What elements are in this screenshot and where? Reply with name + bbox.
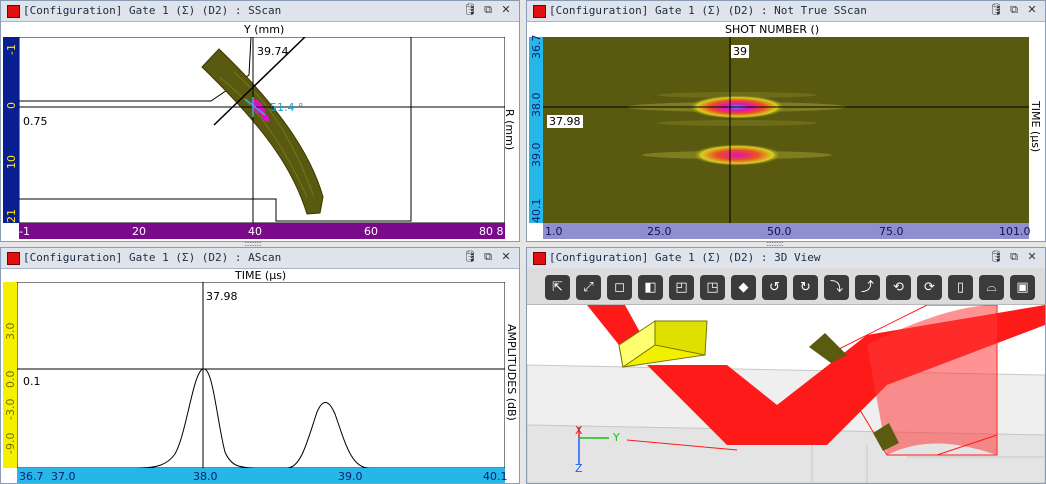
ascan-x-tick: 36.7 [19,470,44,483]
true-sscan-x-tick: 1.0 [545,225,563,238]
sscan-titlebar[interactable]: [Configuration] Gate 1 (Σ) (D2) : SScan … [1,1,519,22]
database-icon[interactable]: 🛢 [989,250,1003,264]
close-icon[interactable]: ✕ [499,3,513,17]
true-sscan-cursor-value: 39 [731,45,749,58]
true-sscan-titlebar[interactable]: [Configuration] Gate 1 (Σ) (D2) : Not Tr… [527,1,1045,22]
restore-icon[interactable]: ⧉ [481,250,495,264]
ascan-cursor-value: 37.98 [206,290,238,303]
sscan-left-value: 0.75 [23,115,48,128]
close-icon[interactable]: ✕ [499,250,513,264]
cube-top-tool-icon[interactable]: ◰ [669,275,694,300]
window-status-icon [7,5,20,18]
close-icon[interactable]: ✕ [1025,3,1039,17]
cube-solid-tool-icon[interactable]: ◆ [731,275,756,300]
sscan-y-tick: 0 [5,102,18,109]
sscan-y-axis [3,37,19,223]
ascan-right-label: AMPLITUDES (dB) [505,324,518,421]
restore-icon[interactable]: ⧉ [481,3,495,17]
cube-iso-tool-icon[interactable]: ◳ [700,275,725,300]
select-tool-icon[interactable]: ⇱ [545,275,570,300]
ascan-left-value: 0.1 [23,375,41,388]
true-sscan-y-tick: 38.0 [530,92,543,118]
axis-z-label: Z [575,462,583,475]
rotate-right-tool-icon[interactable]: ↻ [793,275,818,300]
view3d-scene[interactable] [527,305,1045,483]
probe-tool-icon[interactable]: ⌓ [979,275,1004,300]
sscan-x-tick: 20 [132,225,146,238]
rotate-cw-tool-icon[interactable]: ⟳ [917,275,942,300]
axis-y-label: Y [613,431,620,444]
restore-icon[interactable]: ⧉ [1007,3,1021,17]
ascan-y-tick: 3.0 [4,322,17,341]
box-tool-icon[interactable]: ▣ [1010,275,1035,300]
axis-x-label: X [575,424,583,437]
true-sscan-y-axis [529,37,543,223]
window-status-icon [7,252,20,265]
database-icon[interactable]: 🛢 [463,3,477,17]
cube-side-tool-icon[interactable]: ◧ [638,275,663,300]
ascan-y-tick: -3.0 [4,398,17,420]
database-icon[interactable]: 🛢 [989,3,1003,17]
sscan-x-tick: -1 [19,225,30,238]
restore-icon[interactable]: ⧉ [1007,250,1021,264]
true-sscan-panel: [Configuration] Gate 1 (Σ) (D2) : Not Tr… [526,0,1046,242]
ascan-x-axis [17,468,505,483]
sscan-title: [Configuration] Gate 1 (Σ) (D2) : SScan [23,4,282,17]
database-icon[interactable]: 🛢 [463,250,477,264]
window-status-icon [533,252,546,265]
true-sscan-y-tick: 39.0 [530,142,543,168]
sscan-angle-value: 51.4 ° [270,101,304,114]
sscan-x-axis [19,223,505,239]
rotate-down-tool-icon[interactable]: ⤵ [824,275,849,300]
ascan-x-tick: 40.1 [483,470,508,483]
rotate-up-tool-icon[interactable]: ⤴ [855,275,880,300]
true-sscan-right-label: TIME (μs) [1029,101,1042,153]
rotate-ccw-tool-icon[interactable]: ⟲ [886,275,911,300]
cube-front-tool-icon[interactable]: ◻ [607,275,632,300]
ascan-top-label: TIME (μs) [235,269,287,282]
sscan-x-tick: 60 [364,225,378,238]
true-sscan-title: [Configuration] Gate 1 (Σ) (D2) : Not Tr… [549,4,867,17]
ascan-y-tick: -9.0 [4,432,17,454]
ascan-x-tick: 38.0 [193,470,218,483]
sscan-cursor-value: 39.74 [257,45,289,58]
true-sscan-left-value: 37.98 [547,115,583,128]
view3d-panel: [Configuration] Gate 1 (Σ) (D2) : 3D Vie… [526,247,1046,484]
true-sscan-top-label: SHOT NUMBER () [725,23,820,36]
slice-tool-icon[interactable]: ▯ [948,275,973,300]
ascan-panel: [Configuration] Gate 1 (Σ) (D2) : AScan … [0,247,520,484]
sscan-y-tick: -1 [5,44,18,55]
sscan-y-tick: 21 [5,209,18,223]
rotate-left-tool-icon[interactable]: ↺ [762,275,787,300]
fit-tool-icon[interactable]: ⤢ [576,275,601,300]
true-sscan-x-tick: 101.0 [999,225,1031,238]
true-sscan-plot[interactable] [543,37,1029,223]
ascan-y-tick: 0.0 [4,370,17,389]
view3d-title: [Configuration] Gate 1 (Σ) (D2) : 3D Vie… [549,251,821,264]
sscan-x-tick: 80 8 [479,225,504,238]
sscan-plot[interactable] [19,37,505,223]
window-status-icon [533,5,546,18]
true-sscan-x-tick: 50.0 [767,225,792,238]
sscan-y-tick: 10 [5,155,18,169]
sscan-x-tick: 40 [248,225,262,238]
sscan-top-label: Y (mm) [244,23,285,36]
ascan-plot[interactable] [17,282,505,468]
ascan-titlebar[interactable]: [Configuration] Gate 1 (Σ) (D2) : AScan … [1,248,519,269]
ascan-x-tick: 37.0 [51,470,76,483]
ascan-x-tick: 39.0 [338,470,363,483]
view3d-titlebar[interactable]: [Configuration] Gate 1 (Σ) (D2) : 3D Vie… [527,248,1045,269]
sscan-panel: [Configuration] Gate 1 (Σ) (D2) : SScan … [0,0,520,242]
true-sscan-x-tick: 25.0 [647,225,672,238]
true-sscan-y-tick: 40.1 [530,198,543,224]
true-sscan-y-tick: 36.7 [530,34,543,60]
close-icon[interactable]: ✕ [1025,250,1039,264]
true-sscan-x-tick: 75.0 [879,225,904,238]
ascan-title: [Configuration] Gate 1 (Σ) (D2) : AScan [23,251,282,264]
